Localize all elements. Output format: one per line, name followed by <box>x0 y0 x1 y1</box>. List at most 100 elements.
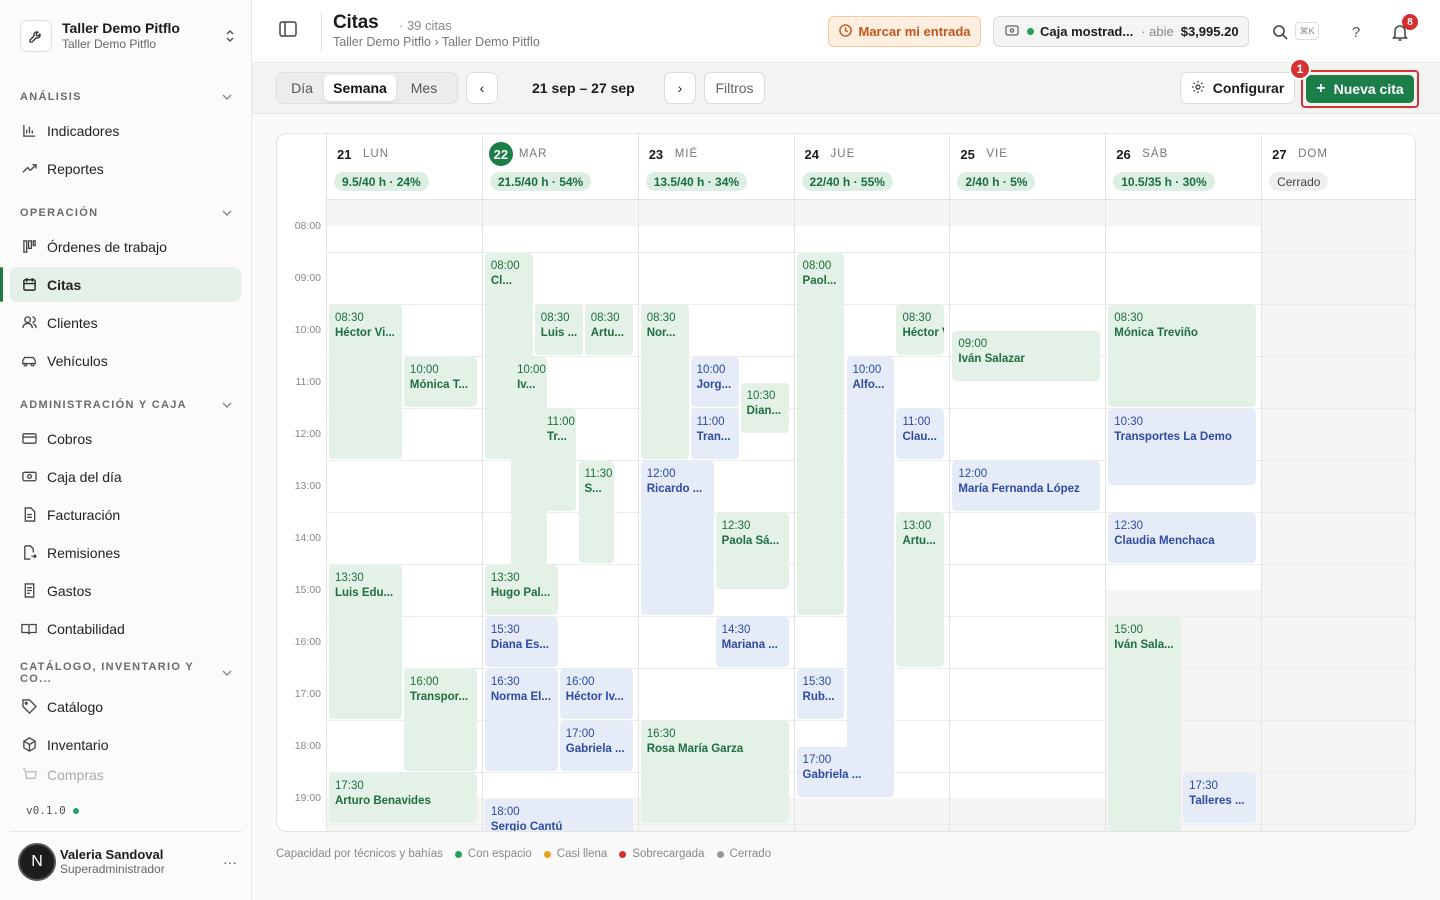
sidebar-item-facturacion[interactable]: Facturación <box>10 497 241 532</box>
appointment-event[interactable]: 13:30 Hugo Pal... <box>484 565 558 615</box>
appointment-event[interactable]: 08:00 Paol... <box>796 253 845 615</box>
next-week-button[interactable]: › <box>664 72 696 104</box>
appointment-event[interactable]: 15:00 Iván Sala... <box>1108 617 1182 831</box>
appointment-event[interactable]: 12:00 Ricardo ... <box>640 461 714 615</box>
appointment-event[interactable]: 10:00 Mónica T... <box>403 357 477 407</box>
view-week[interactable]: Semana <box>324 75 396 101</box>
bar-chart-icon <box>20 122 38 140</box>
appointment-event[interactable]: 08:30 Héctor Vi... <box>329 305 402 459</box>
appointment-event[interactable]: 08:30 Luis ... <box>534 305 583 355</box>
appointment-event[interactable]: 18:00 Sergio Cantú <box>484 799 633 832</box>
chevron-down-icon <box>222 207 232 219</box>
appointment-event[interactable]: 16:00 Transpor... <box>403 669 477 771</box>
section-administracion[interactable]: ADMINISTRACIÓN Y CAJA <box>20 395 232 415</box>
appointment-event[interactable]: 17:30 Talleres ... <box>1183 773 1257 823</box>
sidebar-item-compras[interactable]: Compras <box>10 765 241 785</box>
appointment-event[interactable]: 16:30 Rosa María Garza <box>640 721 789 823</box>
day-name: MIÉ <box>674 148 699 160</box>
appointment-event[interactable]: 16:30 Norma El... <box>484 669 558 771</box>
sidebar-item-reportes[interactable]: Reportes <box>10 151 241 186</box>
day-column <box>1105 200 1107 831</box>
cart-icon <box>20 766 38 784</box>
appointment-client: Cl... <box>490 275 512 287</box>
appointment-event[interactable]: 15:30 Diana Es... <box>484 617 558 667</box>
date-range: 21 sep – 27 sep <box>532 80 635 96</box>
appointment-event[interactable]: 08:30 Mónica Treviño <box>1108 305 1257 407</box>
appointment-client: Sergio Cantú <box>490 821 563 832</box>
appointment-event[interactable]: 11:00 Tr... <box>541 409 577 511</box>
search-icon[interactable] <box>1269 21 1291 43</box>
prev-week-button[interactable]: ‹ <box>466 72 498 104</box>
view-month[interactable]: Mes <box>396 75 452 101</box>
users-icon <box>20 314 38 332</box>
appointment-time: 11:00 <box>696 416 725 428</box>
day-name: VIE <box>986 148 1008 160</box>
help-icon[interactable]: ? <box>1345 21 1367 43</box>
appointment-time: 12:30 <box>1114 520 1144 532</box>
appointment-client: Transpor... <box>409 691 469 703</box>
more-icon[interactable]: ··· <box>218 854 242 870</box>
sidebar-item-inventario[interactable]: Inventario <box>10 727 241 762</box>
sidebar-item-cobros[interactable]: Cobros <box>10 421 241 456</box>
appointment-time: 10:00 <box>517 364 546 376</box>
appointment-event[interactable]: 17:00 Gabriela ... <box>559 721 633 771</box>
sidebar-item-contabilidad[interactable]: Contabilidad <box>10 611 241 646</box>
appointment-event[interactable]: 12:00 María Fernanda López <box>952 461 1101 511</box>
appointment-event[interactable]: 15:30 Rub... <box>796 669 845 719</box>
sidebar-item-remisiones[interactable]: Remisiones <box>10 535 241 570</box>
time-label: 09:00 <box>294 272 321 284</box>
user-menu[interactable]: N Valeria Sandoval Superadministrador ··… <box>10 831 242 891</box>
appointment-client: Claudia Menchaca <box>1114 535 1215 547</box>
section-analisis[interactable]: ANÁLISIS <box>20 87 232 107</box>
sidebar-item-clientes[interactable]: Clientes <box>10 305 241 340</box>
sidebar-item-indicadores[interactable]: Indicadores <box>10 113 241 148</box>
appointment-time: 11:30 <box>584 468 613 480</box>
appointment-client: Mónica T... <box>409 379 469 391</box>
box-icon <box>20 736 38 754</box>
sidebar-item-citas[interactable]: Citas <box>0 267 241 302</box>
sidebar-item-caja[interactable]: Caja del día <box>10 459 241 494</box>
day-header: 23 MIÉ 13.5/40 h · 34% <box>637 134 794 200</box>
day-name: DOM <box>1298 148 1328 160</box>
appointment-client: Diana Es... <box>490 639 550 651</box>
sidebar-item-gastos[interactable]: Gastos <box>10 573 241 608</box>
cash-register-status[interactable]: Caja mostrad... · abie $3,995.20 <box>993 16 1249 47</box>
appointment-event[interactable]: 08:30 Nor... <box>640 305 689 459</box>
new-appointment-button[interactable]: + Nueva cita <box>1306 75 1414 103</box>
appointment-event[interactable]: 09:00 Iván Salazar <box>952 331 1101 381</box>
appointment-time: 16:00 <box>409 676 439 688</box>
filters-button[interactable]: Filtros <box>704 72 765 104</box>
view-day[interactable]: Día <box>280 75 324 101</box>
appointment-event[interactable]: 13:00 Artu... <box>896 513 945 667</box>
appointment-event[interactable]: 17:00 Gabriela ... <box>796 747 870 797</box>
appointment-client: Iván Salazar <box>958 353 1025 365</box>
notification-badge: 8 <box>1402 14 1418 30</box>
sidebar-item-ordenes[interactable]: Órdenes de trabajo <box>10 229 241 264</box>
appointment-event[interactable]: 08:30 Héctor Vi... <box>896 305 945 355</box>
appointment-event[interactable]: 16:00 Héctor Iv... <box>559 669 633 719</box>
appointment-time: 14:30 <box>721 624 751 636</box>
appointment-event[interactable]: 11:00 Tran... <box>690 409 739 459</box>
sidebar-item-vehiculos[interactable]: Vehículos <box>10 343 241 378</box>
appointment-event[interactable]: 17:30 Arturo Benavides <box>329 773 477 823</box>
appointment-event[interactable]: 13:30 Luis Edu... <box>329 565 402 719</box>
avatar: N <box>18 842 56 881</box>
appointment-event[interactable]: 12:30 Claudia Menchaca <box>1108 513 1257 563</box>
appointment-event[interactable]: 11:30 S... <box>578 461 614 563</box>
appointment-event[interactable]: 12:30 Paola Sá... <box>715 513 789 589</box>
section-catalogo[interactable]: CATÁLOGO, INVENTARIO Y CO... <box>20 661 232 685</box>
appointment-event[interactable]: 10:30 Dian... <box>740 383 789 433</box>
appointment-event[interactable]: 11:00 Clau... <box>896 409 945 459</box>
sidebar-toggle-icon[interactable] <box>279 21 301 43</box>
configure-button[interactable]: Configurar <box>1180 72 1295 104</box>
appointment-event[interactable]: 08:30 Artu... <box>584 305 633 355</box>
appointment-event[interactable]: 10:30 Transportes La Demo <box>1108 409 1257 485</box>
appointment-event[interactable]: 14:30 Mariana ... <box>715 617 789 667</box>
appointment-event[interactable]: 10:00 Alfo... <box>846 357 895 797</box>
section-operacion[interactable]: OPERACIÓN <box>20 203 232 223</box>
appointment-event[interactable]: 10:00 Jorg... <box>690 357 739 407</box>
breadcrumb: Taller Demo Pitflo › Taller Demo Pitflo <box>333 35 540 49</box>
sidebar-item-catalogo[interactable]: Catálogo <box>10 689 241 724</box>
org-switcher[interactable]: Taller Demo Pitflo Taller Demo Pitflo <box>20 18 240 54</box>
clock-in-button[interactable]: Marcar mi entrada <box>828 16 981 47</box>
